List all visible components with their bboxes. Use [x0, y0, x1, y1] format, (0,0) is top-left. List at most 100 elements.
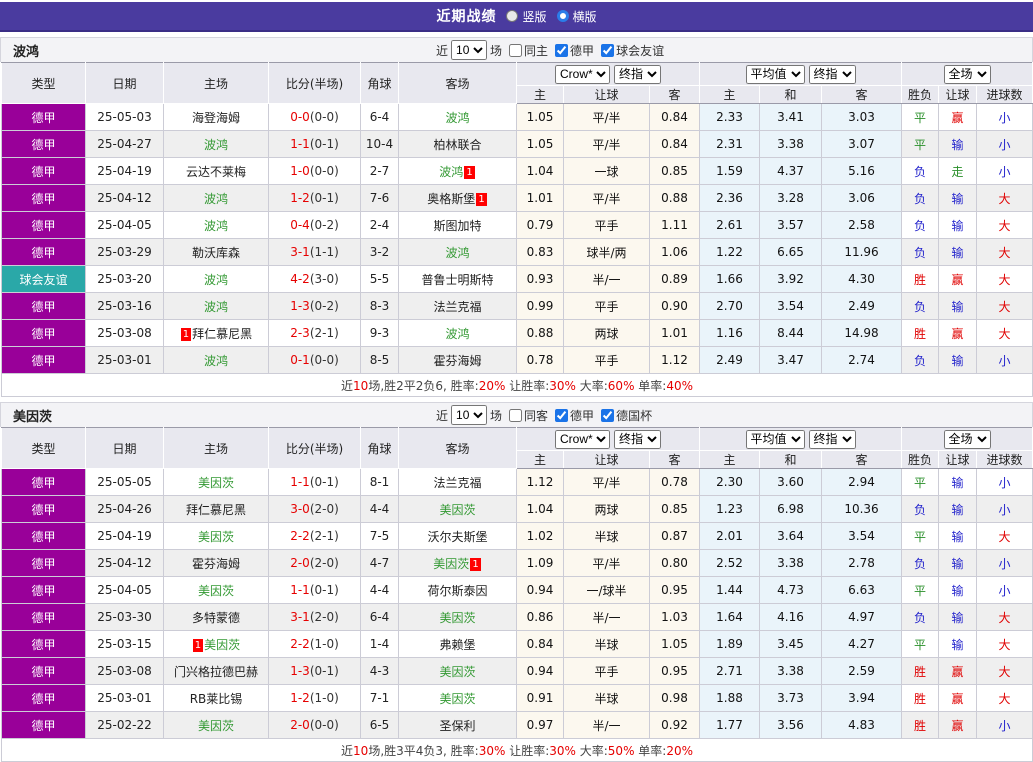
league-checkbox[interactable] — [555, 43, 569, 57]
team-name: 云达不莱梅 — [185, 164, 246, 179]
team-name: 美因茨 — [197, 718, 234, 733]
odds-handicap-cell: 平/半 — [563, 549, 650, 577]
avg-away-cell: 10.36 — [820, 495, 903, 523]
section-bar: 波鸿 近 10 场 同主 德甲 球会友谊 — [0, 37, 1033, 62]
avg-away-cell: 2.59 — [820, 657, 903, 685]
friendly-checkbox[interactable] — [601, 43, 615, 57]
summary-part: 10 — [353, 743, 369, 758]
same-home-checkbox[interactable] — [509, 43, 523, 57]
games-count-select[interactable]: 10 — [451, 40, 488, 60]
summary-part: 30% — [549, 743, 576, 758]
goals-result-cell: 小 — [976, 549, 1033, 577]
filter-same-away[interactable]: 同客 — [505, 407, 548, 424]
match-row: 德甲 25-04-12 波鸿 1-2(0-1) 7-6 奥格斯堡 1 1.01 平/半 0.88 2… — [1, 184, 1033, 212]
league-cell: 德甲 — [1, 603, 86, 631]
match-row: 德甲 25-03-01 RB莱比锡 1-2(1-0) 7-1 美因茨 0.91 半球 0.98 1… — [1, 684, 1033, 712]
match-row: 德甲 25-04-27 波鸿 1-1(0-1) 10-4 柏林联合 1.05 平/半 0.84 2… — [1, 130, 1033, 158]
result-cell: 胜 — [901, 319, 940, 347]
games-count-select[interactable]: 10 — [451, 405, 488, 425]
odds-home-cell: 0.93 — [516, 265, 564, 293]
team-name: 波鸿 — [203, 272, 228, 287]
filter-friendly[interactable]: 球会友谊 — [597, 42, 664, 59]
results-table: 类型 日期 主场 比分(半场) 角球 客场 Crow*终指 平均值终指 全场 — [0, 427, 1033, 762]
scope-select[interactable]: 全场 — [943, 64, 991, 84]
friendly-label: 球会友谊 — [616, 43, 665, 58]
avg-draw-cell: 3.57 — [759, 211, 822, 239]
team-name: 奥格斯堡 — [427, 191, 476, 206]
date-cell: 25-03-16 — [85, 292, 164, 320]
goals-result-cell: 小 — [976, 468, 1033, 496]
odds-handicap-cell: 平/半 — [563, 184, 650, 212]
odds-source-select[interactable]: Crow* — [555, 429, 610, 449]
avg-draw-cell: 3.60 — [759, 468, 822, 496]
summary-part: 30% — [549, 378, 576, 393]
handicap-result-cell: 赢 — [938, 657, 978, 685]
summary-part: 50% — [607, 743, 635, 758]
odds-index-select[interactable]: 终指 — [614, 429, 661, 449]
col-result: 胜负 — [901, 450, 940, 469]
avg-source-select[interactable]: 平均值 — [745, 64, 805, 84]
col-avg-draw: 和 — [759, 85, 822, 104]
home-team-cell: 美因茨 — [163, 711, 269, 739]
match-row: 德甲 25-04-12 霍芬海姆 2-0(2-0) 4-7 美因茨 1 1.09 平/半 0.80… — [1, 549, 1033, 577]
half-time-score: (0-0) — [309, 164, 339, 178]
layout-vertical-radio[interactable]: 竖版 — [506, 8, 547, 25]
half-time-score: (1-0) — [309, 691, 339, 705]
handicap-result-cell: 赢 — [938, 684, 978, 712]
full-time-score: 2-2 — [290, 529, 310, 543]
half-time-score: (2-1) — [309, 529, 339, 543]
league-cell: 德甲 — [1, 130, 86, 158]
radio-vertical-icon — [506, 10, 519, 22]
filter-league[interactable]: 德甲 — [551, 42, 594, 59]
result-cell: 负 — [901, 292, 940, 320]
odds-home-cell: 0.99 — [516, 292, 564, 320]
team-name: 弗赖堡 — [439, 637, 476, 652]
handicap-result-cell: 走 — [938, 157, 978, 185]
red-card-badge: 1 — [470, 557, 481, 571]
date-cell: 25-04-19 — [85, 157, 164, 185]
odds-handicap-cell: 平/半 — [563, 130, 650, 158]
odds-home-cell: 0.79 — [516, 211, 564, 239]
match-row: 德甲 25-04-05 波鸿 0-4(0-2) 2-4 斯图加特 0.79 平手 1.11 2.6… — [1, 211, 1033, 239]
filter-cup[interactable]: 德国杯 — [597, 407, 652, 424]
home-team-cell: 波鸿 — [163, 265, 269, 293]
half-time-score: (2-1) — [309, 326, 339, 340]
match-row: 德甲 25-02-22 美因茨 2-0(0-0) 6-5 圣保利 0.97 半/一 0.92 1.… — [1, 711, 1033, 739]
col-avg-home: 主 — [699, 85, 760, 104]
team-name: 霍芬海姆 — [191, 556, 240, 571]
avg-away-cell: 3.03 — [820, 103, 903, 131]
odds-handicap-cell: 平/半 — [563, 468, 650, 496]
avg-index-select[interactable]: 终指 — [808, 429, 856, 449]
summary-part: 10 — [353, 378, 369, 393]
avg-away-cell: 3.54 — [820, 522, 903, 550]
team-name: 法兰克福 — [433, 299, 482, 314]
scope-select[interactable]: 全场 — [943, 429, 991, 449]
odds-home-cell: 1.04 — [516, 495, 564, 523]
away-team-cell: 柏林联合 — [398, 130, 517, 158]
avg-home-cell: 2.01 — [699, 522, 760, 550]
same-home-label: 同主 — [524, 43, 549, 58]
layout-horizontal-radio[interactable]: 横版 — [556, 8, 597, 25]
league-checkbox[interactable] — [555, 408, 569, 422]
same-away-checkbox[interactable] — [509, 408, 523, 422]
avg-index-select[interactable]: 终指 — [808, 64, 856, 84]
avg-draw-cell: 3.47 — [759, 346, 822, 374]
away-team-cell: 波鸿 — [398, 319, 517, 347]
filter-same-home[interactable]: 同主 — [505, 42, 548, 59]
date-cell: 25-03-30 — [85, 603, 164, 631]
goals-result-cell: 大 — [976, 319, 1033, 347]
avg-home-cell: 1.89 — [699, 630, 760, 658]
odds-index-select[interactable]: 终指 — [614, 64, 661, 84]
cup-checkbox[interactable] — [601, 408, 615, 422]
summary-text: 近10场,胜2平2负6, 胜率:20% 让胜率:30% 大率:60% 单率:40… — [0, 373, 1033, 397]
handicap-result-cell: 输 — [938, 522, 978, 550]
avg-source-select[interactable]: 平均值 — [745, 429, 805, 449]
odds-handicap-cell: 半/一 — [563, 711, 650, 739]
avg-draw-cell: 6.65 — [759, 238, 822, 266]
league-cell: 德甲 — [1, 495, 86, 523]
col-result: 胜负 — [901, 85, 940, 104]
handicap-result-cell: 输 — [938, 211, 978, 239]
team-name: 波鸿 — [203, 299, 228, 314]
filter-league[interactable]: 德甲 — [551, 407, 594, 424]
odds-source-select[interactable]: Crow* — [555, 64, 610, 84]
